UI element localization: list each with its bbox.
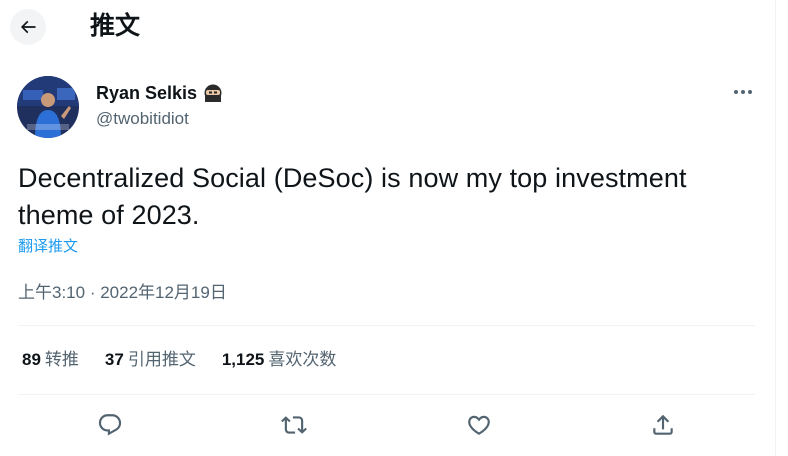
heart-icon xyxy=(468,415,490,435)
retweet-button[interactable] xyxy=(279,410,309,440)
share-button[interactable] xyxy=(648,410,678,440)
tweet-time[interactable]: 上午3:10 xyxy=(18,283,85,302)
stat-count: 37 xyxy=(104,350,124,369)
author-name[interactable]: Ryan Selkis xyxy=(96,82,197,104)
stat-count: 1,125 xyxy=(221,350,265,369)
author-handle[interactable]: @twobitidiot xyxy=(96,108,189,130)
retweet-count[interactable]: 89 转推 xyxy=(22,348,79,372)
quote-count[interactable]: 37 引用推文 xyxy=(105,348,196,372)
tweet-text: Decentralized Social (DeSoc) is now my t… xyxy=(18,163,687,230)
divider xyxy=(18,394,755,395)
share-icon xyxy=(653,414,673,435)
divider xyxy=(18,325,755,326)
arrow-left-icon xyxy=(20,20,36,34)
retweet-icon xyxy=(281,416,307,434)
top-bar: 推文 xyxy=(0,0,775,52)
engagement-stats: 89 转推 37 引用推文 1,125 喜欢次数 xyxy=(22,348,362,372)
more-button[interactable] xyxy=(726,82,760,102)
ninja-emoji xyxy=(203,83,223,103)
translate-tweet-link[interactable]: 翻译推文 xyxy=(18,237,78,257)
stat-label: 引用推文 xyxy=(127,350,196,369)
timestamp: 上午3:10 · 2022年12月19日 xyxy=(18,282,227,304)
avatar-image xyxy=(17,76,79,138)
more-icon xyxy=(734,90,752,94)
reply-icon xyxy=(98,414,122,436)
back-button[interactable] xyxy=(10,9,46,45)
author-name-row[interactable]: Ryan Selkis xyxy=(96,82,223,104)
stat-count: 89 xyxy=(22,350,41,369)
tweet-date[interactable]: 2022年12月19日 xyxy=(100,283,227,302)
page-title: 推文 xyxy=(90,12,141,40)
avatar[interactable] xyxy=(17,76,79,138)
like-count[interactable]: 1,125 喜欢次数 xyxy=(222,348,337,372)
reply-button[interactable] xyxy=(95,410,125,440)
stat-label: 转推 xyxy=(44,350,79,369)
column-border xyxy=(775,0,776,456)
like-button[interactable] xyxy=(464,410,494,440)
stat-label: 喜欢次数 xyxy=(268,350,337,369)
timestamp-separator: · xyxy=(85,283,101,302)
